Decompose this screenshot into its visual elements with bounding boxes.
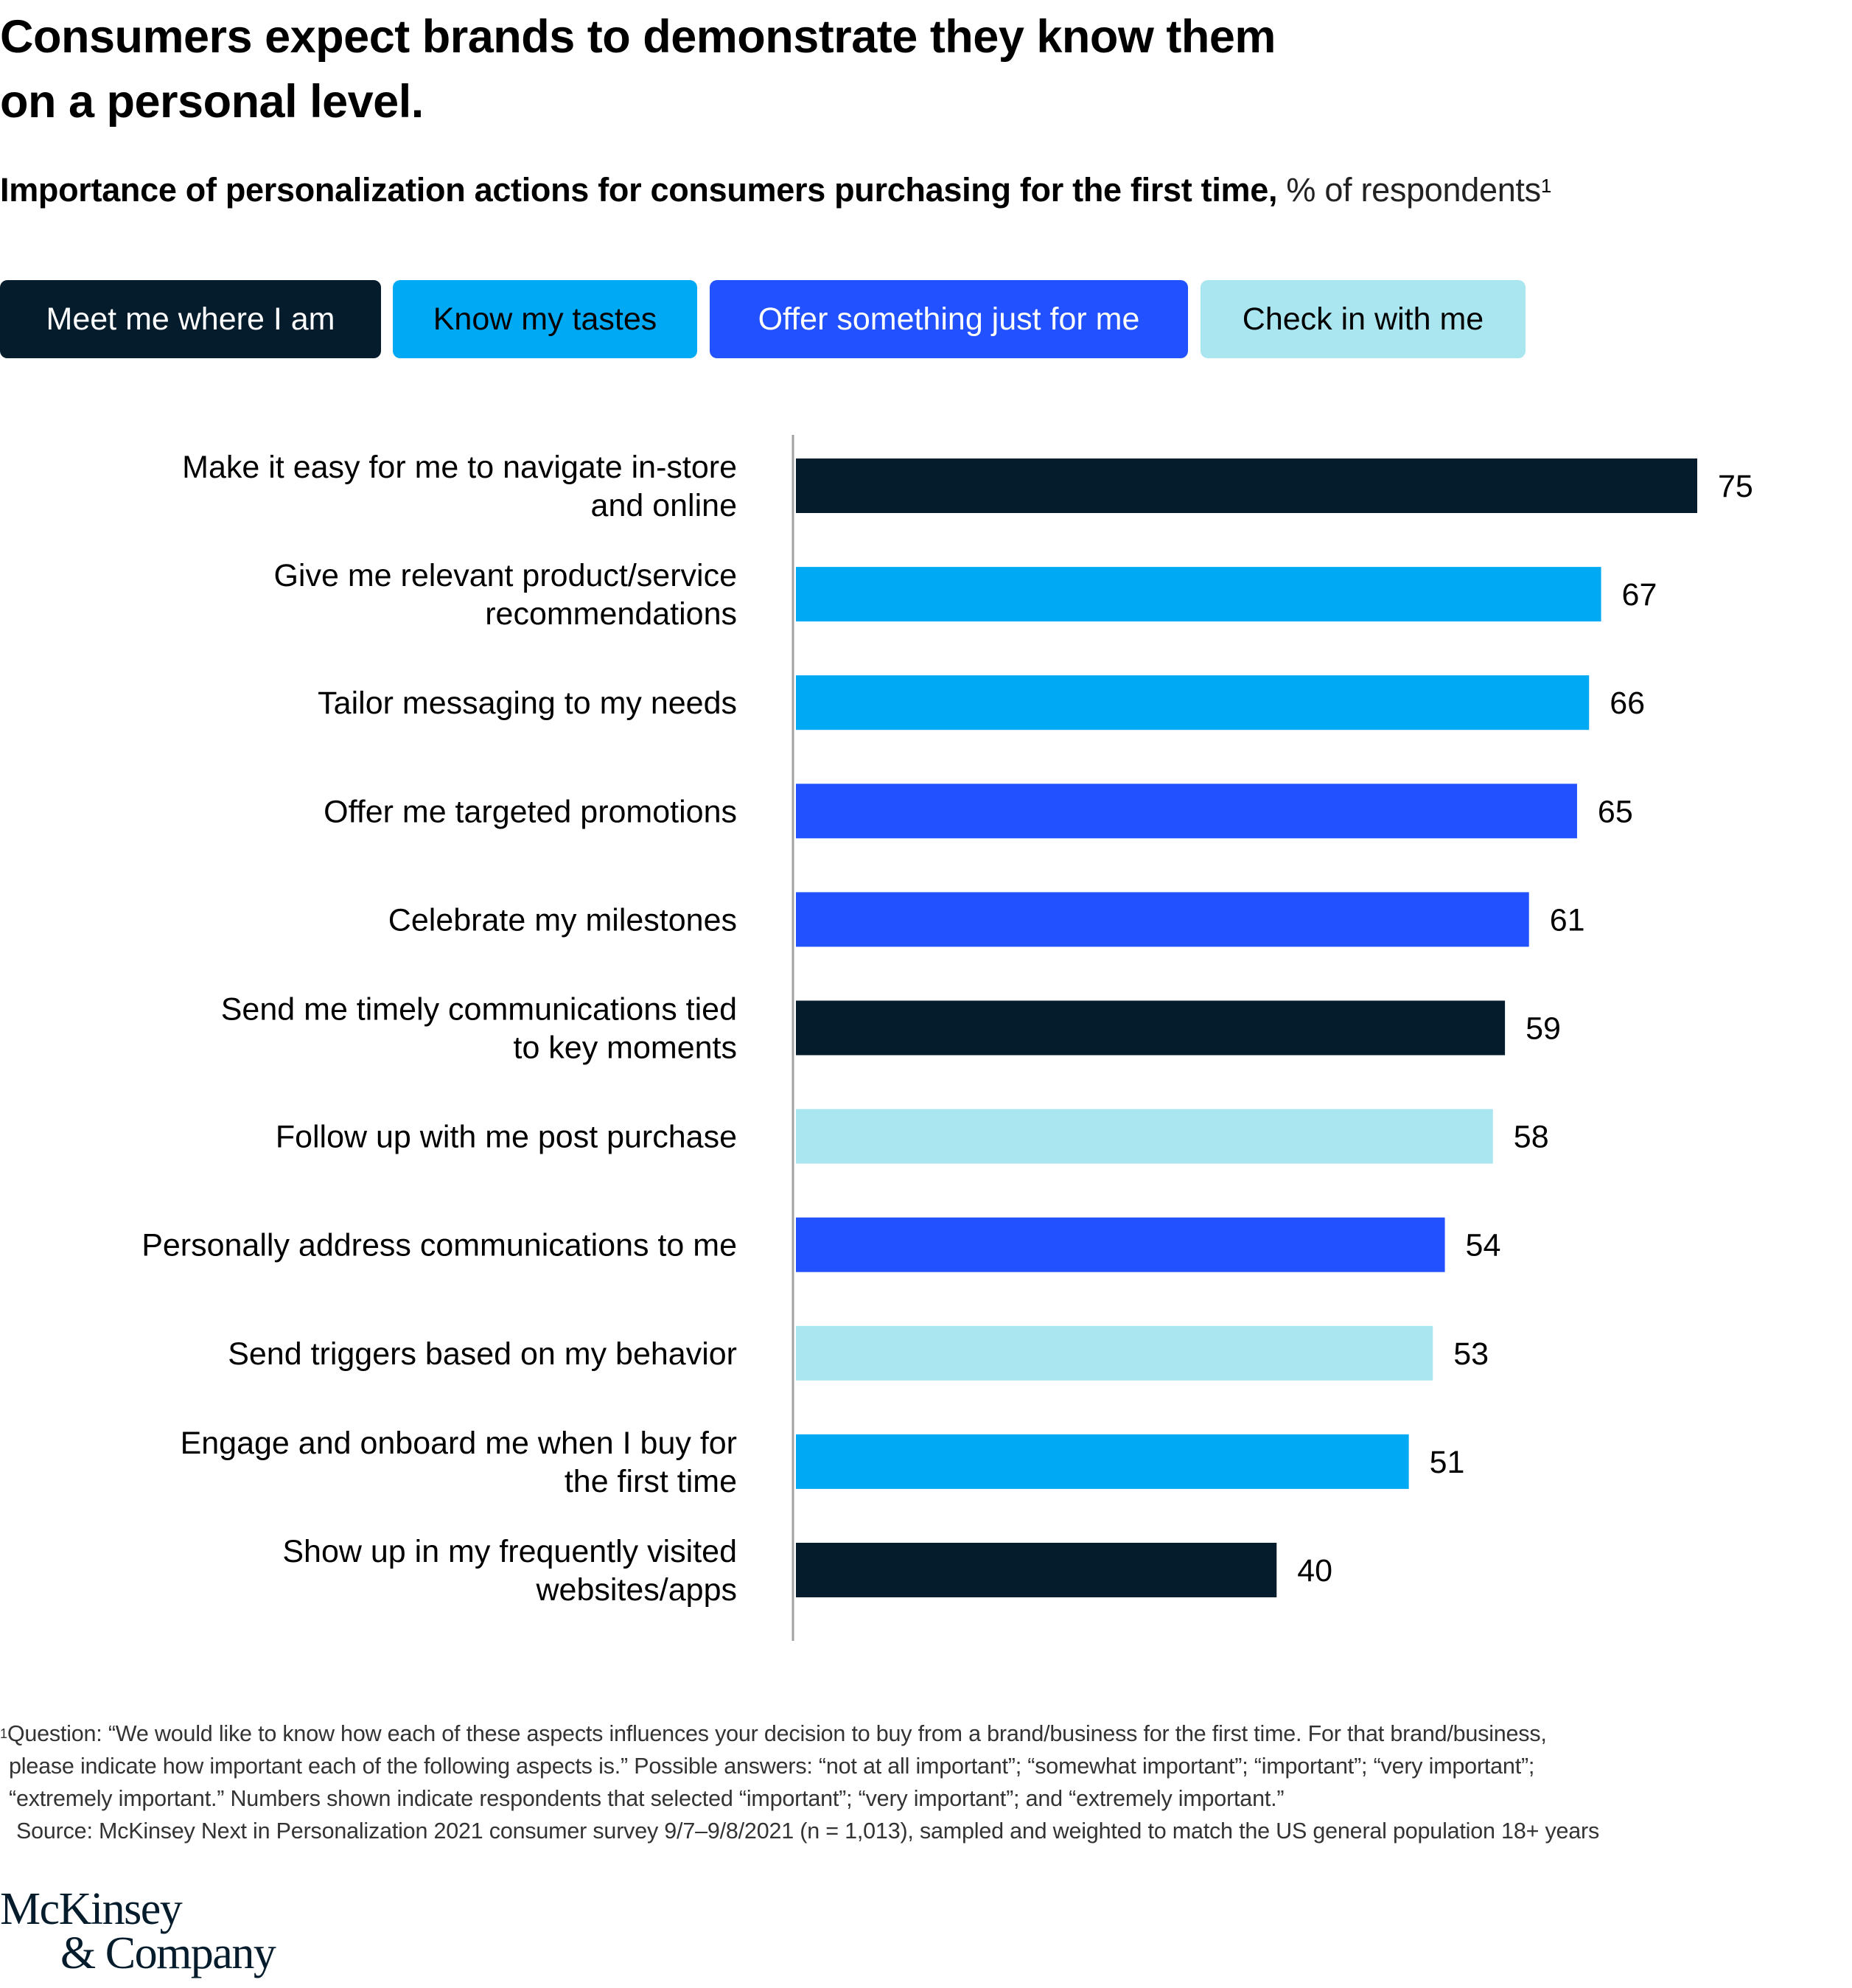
value-label-7: 54 (1466, 1228, 1501, 1263)
category-label-7: Personally address communications to me (141, 1228, 737, 1263)
logo-line-1: McKinsey (0, 1884, 183, 1934)
category-label-line: Engage and onboard me when I buy for (181, 1426, 737, 1461)
value-label-1: 67 (1622, 577, 1657, 613)
bar-8 (796, 1325, 1433, 1381)
bar-6 (796, 1109, 1493, 1164)
category-label-line: to key moments (514, 1030, 738, 1066)
category-label-3: Offer me targeted promotions (324, 794, 737, 829)
value-label-9: 51 (1430, 1445, 1465, 1480)
category-label-line: Personally address communications to me (141, 1228, 737, 1263)
category-label-line: Send me timely communications tied (221, 992, 737, 1028)
bar-1 (796, 567, 1601, 622)
logo-line-2: & Company (60, 1928, 276, 1978)
bar-7 (796, 1217, 1445, 1272)
footnote: 1Question: “We would like to know how ea… (0, 1717, 1852, 1847)
value-label-6: 58 (1514, 1120, 1549, 1155)
value-label-3: 65 (1598, 794, 1633, 829)
category-label-line: the first time (565, 1464, 737, 1499)
category-label-line: Celebrate my milestones (388, 902, 737, 938)
bar-3 (796, 784, 1577, 839)
value-label-5: 59 (1526, 1011, 1561, 1047)
category-label-line: Offer me targeted promotions (324, 794, 737, 829)
category-label-line: Give me relevant product/service (273, 558, 737, 593)
category-label-line: Follow up with me post purchase (276, 1120, 737, 1155)
bar-5 (796, 1000, 1506, 1056)
value-label-4: 61 (1550, 902, 1585, 938)
category-label-line: Send triggers based on my behavior (228, 1336, 737, 1372)
category-label-10: Show up in my frequently visited websites… (282, 1534, 737, 1608)
mckinsey-logo: McKinsey & Company (0, 1884, 276, 1978)
category-label-line: Show up in my frequently visited (282, 1534, 737, 1569)
value-label-2: 66 (1610, 686, 1645, 721)
footnote-line-3: “extremely important.” Numbers shown ind… (9, 1786, 1285, 1811)
footnote-line-2: please indicate how important each of th… (9, 1754, 1535, 1779)
category-label-2: Tailor messaging to my needs (318, 686, 737, 721)
category-label-8: Send triggers based on my behavior (228, 1336, 737, 1372)
bar-0 (796, 458, 1697, 513)
category-label-9: Engage and onboard me when I buy for the … (181, 1426, 737, 1499)
value-label-8: 53 (1453, 1336, 1489, 1372)
value-label-0: 75 (1718, 469, 1753, 504)
footnote-marker: 1 (0, 1726, 7, 1741)
category-label-line: Make it easy for me to navigate in-store (182, 450, 737, 485)
bar-chart-svg: 75 Make it easy for me to navigate in-sto… (141, 435, 1753, 1641)
category-label-5: Send me timely communications tied to key… (221, 992, 737, 1066)
category-label-4: Celebrate my milestones (388, 902, 737, 938)
bar-2 (796, 675, 1590, 730)
category-label-1: Give me relevant product/service recommen… (273, 558, 737, 632)
bar-4 (796, 892, 1529, 947)
bar-9 (796, 1434, 1409, 1489)
category-label-line: websites/apps (536, 1572, 738, 1608)
value-label-10: 40 (1297, 1553, 1332, 1588)
source-note: Source: McKinsey Next in Personalization… (16, 1818, 1600, 1844)
category-label-line: recommendations (485, 596, 737, 632)
bar-10 (796, 1543, 1277, 1597)
category-label-0: Make it easy for me to navigate in-store… (182, 450, 737, 523)
category-label-line: Tailor messaging to my needs (318, 686, 737, 721)
footnote-line-1: 1Question: “We would like to know how ea… (0, 1721, 1547, 1746)
bar-chart: 75 Make it easy for me to navigate in-sto… (0, 0, 1852, 1988)
category-label-6: Follow up with me post purchase (276, 1120, 737, 1155)
category-label-line: and online (591, 488, 737, 523)
